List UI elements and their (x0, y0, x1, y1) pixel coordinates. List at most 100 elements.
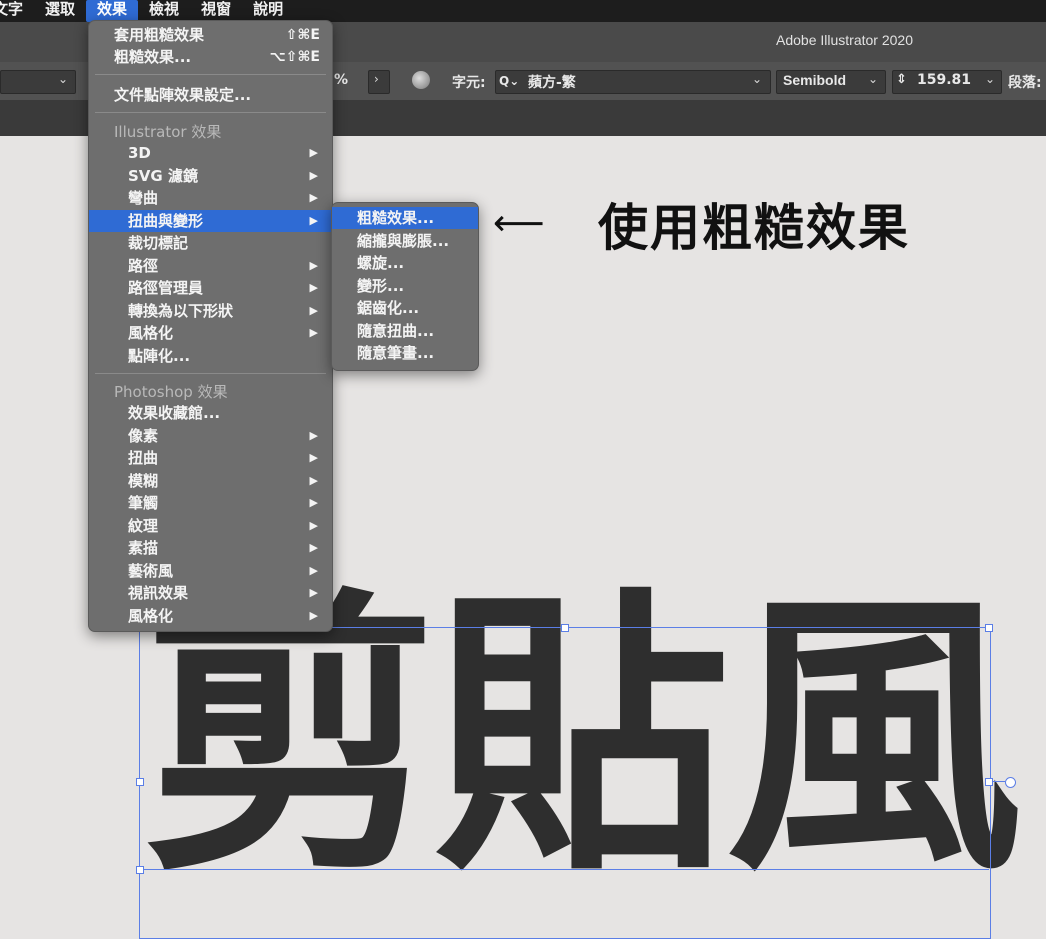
menu-item-label: 轉換為以下形狀 (128, 301, 234, 320)
illustrator-effect-item[interactable]: 扭曲與變形 ▶ (89, 209, 332, 232)
font-size-value: 159.81 (917, 72, 972, 88)
photoshop-effect-item[interactable]: 素描 ▶ (89, 537, 332, 559)
menu-item-label: SVG 濾鏡 (128, 166, 198, 185)
menu-item-label: 粗糙效果... (114, 48, 192, 66)
photoshop-effect-item[interactable]: 紋理 ▶ (89, 515, 332, 537)
menu-item-label: 隨意筆畫... (357, 344, 435, 362)
menu-view[interactable]: 檢視 (138, 0, 190, 22)
distort-item[interactable]: 變形... (332, 275, 478, 297)
photoshop-effect-item[interactable]: 筆觸 ▶ (89, 492, 332, 514)
submenu-arrow-icon: ▶ (309, 258, 318, 272)
menu-select[interactable]: 選取 (34, 0, 86, 22)
menu-item-label: 變形... (357, 276, 405, 295)
menu-item-label: 路徑 (128, 256, 159, 275)
distort-item[interactable]: 隨意筆畫... (332, 342, 478, 364)
illustrator-effect-item[interactable]: 轉換為以下形狀 ▶ (89, 300, 332, 322)
photoshop-effect-item[interactable]: 扭曲 ▶ (89, 447, 332, 469)
illustrator-effect-item[interactable]: SVG 濾鏡 ▶ (89, 165, 332, 187)
menu-item-label: 紋理 (128, 516, 159, 535)
stepper-icon[interactable]: ⇕ (896, 72, 907, 87)
submenu-arrow-icon: ▶ (309, 541, 318, 554)
selection-handle-right[interactable] (985, 778, 993, 786)
illustrator-effect-item[interactable]: 路徑 ▶ (89, 255, 332, 277)
distort-transform-submenu: 粗糙效果... 縮攏與膨脹... 螺旋... 變形... 鋸齒化... 隨意扭曲... 隨意… (331, 202, 479, 371)
illustrator-effect-item[interactable]: 彎曲 ▶ (89, 187, 332, 209)
submenu-arrow-icon: ▶ (309, 496, 318, 509)
last-effect-item[interactable]: 粗糙效果... ⌥⇧⌘E (89, 46, 332, 68)
illustrator-effect-item[interactable]: 點陣化... (89, 345, 332, 367)
menu-item-label: 彎曲 (128, 189, 159, 207)
menu-item-shortcut: ⌥⇧⌘E (269, 49, 320, 65)
distort-item[interactable]: 隨意扭曲... (332, 320, 478, 342)
character-label: 字元: (452, 75, 486, 91)
photoshop-effect-item[interactable]: 像素 ▶ (89, 425, 332, 447)
submenu-arrow-icon: ▶ (309, 428, 318, 442)
font-family-value: 蘋方-繁 (528, 75, 576, 91)
arrow-right-button[interactable] (368, 70, 390, 94)
document-raster-settings-item[interactable]: 文件點陣效果設定... (89, 84, 332, 106)
text-baseline (139, 869, 989, 870)
menu-item-label: 模糊 (128, 471, 159, 490)
chevron-down-icon[interactable]: ⌄ (985, 72, 995, 86)
photoshop-effect-item[interactable]: 效果收藏館... (89, 402, 332, 424)
menu-item-label: 鋸齒化... (357, 299, 420, 317)
baseline-handle-left[interactable] (136, 866, 144, 874)
menu-item-label: 風格化 (128, 324, 174, 342)
photoshop-effect-item[interactable]: 模糊 ▶ (89, 470, 332, 492)
submenu-arrow-icon: ▶ (309, 168, 318, 182)
menu-help[interactable]: 說明 (242, 0, 294, 22)
menu-type[interactable]: 文字 (0, 0, 34, 22)
menu-item-label: 點陣化... (128, 346, 191, 365)
illustrator-effect-item[interactable]: 裁切標記 (89, 232, 332, 254)
menu-item-label: 扭曲與變形 (128, 211, 204, 230)
illustrator-effect-item[interactable]: 路徑管理員 ▶ (89, 277, 332, 299)
menu-item-label: 像素 (128, 426, 159, 445)
selection-bounding-box[interactable] (139, 627, 991, 939)
menu-divider (95, 74, 326, 75)
menu-item-label: 筆觸 (128, 494, 159, 512)
menu-effect[interactable]: 效果 (86, 0, 139, 22)
menu-item-label: 螺旋... (357, 254, 405, 272)
text-port-handle[interactable] (1005, 777, 1016, 788)
chevron-down-icon[interactable]: ⌄ (868, 72, 878, 86)
illustrator-effects-heading: Illustrator 效果 (114, 123, 222, 141)
distort-item[interactable]: 鋸齒化... (332, 297, 478, 319)
percent-label: % (334, 72, 349, 88)
annotation-text: 使用粗糙效果 (598, 199, 910, 257)
illustrator-effect-item[interactable]: 3D ▶ (89, 142, 332, 164)
menu-divider (95, 112, 326, 113)
chevron-right-icon: › (374, 72, 379, 86)
effect-menu: 套用粗糙效果 ⇧⌘E 粗糙效果... ⌥⇧⌘E 文件點陣效果設定... Illu… (88, 20, 333, 632)
selection-handle-top[interactable] (561, 624, 569, 632)
menu-item-label: 裁切標記 (128, 234, 189, 252)
photoshop-effect-item[interactable]: 風格化 ▶ (89, 605, 332, 627)
menu-item-label: 視訊效果 (128, 584, 189, 602)
submenu-arrow-icon: ▶ (309, 213, 318, 227)
menu-item-label: 路徑管理員 (128, 279, 204, 297)
chevron-down-icon[interactable]: ⌄ (58, 72, 68, 86)
submenu-arrow-icon: ▶ (309, 146, 318, 159)
distort-item[interactable]: 粗糙效果... (332, 207, 478, 229)
chevron-down-icon[interactable]: ⌄ (752, 72, 762, 86)
submenu-arrow-icon: ▶ (309, 326, 318, 339)
globe-icon[interactable] (412, 71, 430, 89)
menu-item-label: 素描 (128, 539, 159, 557)
app-title: Adobe Illustrator 2020 (776, 32, 913, 48)
distort-item[interactable]: 縮攏與膨脹... (332, 230, 478, 252)
illustrator-effect-item[interactable]: 風格化 ▶ (89, 322, 332, 344)
photoshop-effect-item[interactable]: 藝術風 ▶ (89, 560, 332, 582)
menu-item-label: 3D (128, 144, 151, 162)
submenu-arrow-icon: ▶ (309, 281, 318, 294)
menu-window[interactable]: 視窗 (190, 0, 242, 22)
font-style-value: Semibold (783, 72, 847, 88)
apply-last-effect-item[interactable]: 套用粗糙效果 ⇧⌘E (89, 24, 332, 46)
distort-item[interactable]: 螺旋... (332, 252, 478, 274)
submenu-arrow-icon: ▶ (309, 473, 318, 487)
menu-item-shortcut: ⇧⌘E (285, 27, 320, 43)
photoshop-effect-item[interactable]: 視訊效果 ▶ (89, 582, 332, 604)
selection-handle-left[interactable] (136, 778, 144, 786)
menu-divider (95, 373, 326, 374)
selection-handle-top-right[interactable] (985, 624, 993, 632)
search-icon: Q⌄ (499, 74, 520, 88)
menu-item-label: 套用粗糙效果 (114, 26, 205, 44)
